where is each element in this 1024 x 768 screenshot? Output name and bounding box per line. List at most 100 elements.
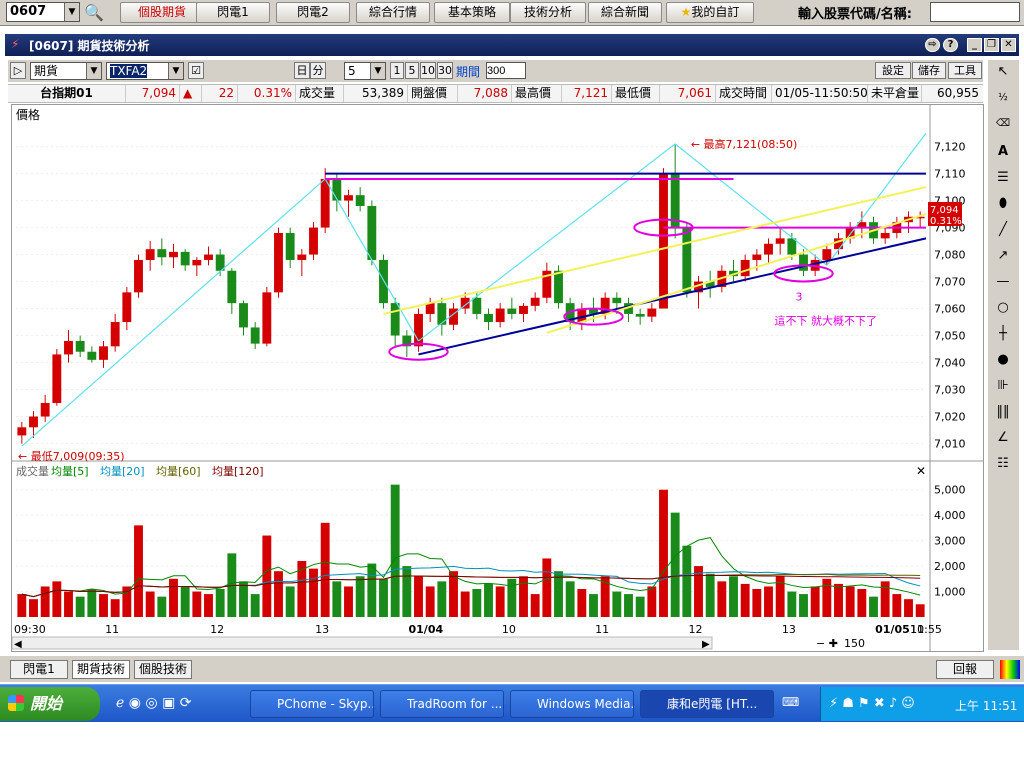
high-label: 最高價 — [512, 85, 562, 102]
play-icon[interactable]: ▷ — [10, 62, 26, 79]
vline-icon[interactable]: ┼ — [992, 324, 1014, 344]
symbol-input[interactable] — [930, 2, 1020, 22]
volume-bar — [87, 589, 97, 617]
time-axis-label: 01/05 — [875, 623, 910, 636]
tray-icons[interactable]: ⚡ ☗ ⚑ ✖ ♪ ☺ — [829, 696, 915, 711]
hlines-icon[interactable]: ☰ — [992, 168, 1014, 188]
price-tick-label: 7,070 — [934, 276, 966, 289]
circle-icon[interactable]: ○ — [992, 298, 1014, 318]
period-input[interactable] — [486, 62, 526, 79]
zoom-icon[interactable]: ½ — [992, 88, 1014, 108]
volume-bar — [215, 589, 225, 617]
unit-day-button[interactable]: 日 — [294, 62, 310, 79]
quicklaunch-icons[interactable]: ℯ ◉ ◎ ▣ ⟳ — [116, 695, 191, 711]
chevron-down-icon[interactable]: ▼ — [168, 63, 183, 79]
volume-bar — [892, 594, 902, 617]
grid-icon[interactable]: ☷ — [992, 454, 1014, 474]
tab-bottom-stock-tech[interactable]: 個股技術 — [134, 660, 192, 679]
settings-button[interactable]: 設定 — [875, 62, 911, 79]
minimize-icon[interactable]: _ — [967, 38, 982, 52]
chevron-down-icon[interactable]: ▼ — [370, 63, 385, 79]
volume-bar — [157, 596, 167, 617]
volume-bar — [554, 571, 563, 617]
save-button[interactable]: 儲存 — [912, 62, 946, 79]
help-icon[interactable]: ? — [943, 38, 958, 52]
volume-bar — [822, 578, 832, 617]
favorites-button[interactable]: ★我的自訂 — [666, 2, 754, 23]
symbol-select[interactable]: TXFA2 ▼ — [106, 62, 184, 80]
tab-quotes[interactable]: 綜合行情 — [356, 2, 430, 23]
volume-legend-item: 均量[60] — [156, 465, 201, 478]
candle-body — [285, 232, 295, 260]
line-icon[interactable]: ╱ — [992, 220, 1014, 240]
volume-bar — [402, 566, 412, 617]
tools-button[interactable]: 工具 — [948, 62, 982, 79]
volume-bar — [134, 525, 143, 617]
vol-value: 53,389 — [344, 85, 408, 102]
candle-body — [379, 259, 388, 304]
chart-panel[interactable]: 價格 7,010 7,020 7,030 7,040 7,050 7,060 7,070 7,0… — [11, 104, 984, 652]
type-select[interactable]: 期貨 ▼ — [30, 62, 102, 80]
cursor-icon[interactable]: ↖ — [992, 62, 1014, 82]
candle-body — [110, 322, 120, 347]
task-flash[interactable]: 康和e閃電 [HT... — [640, 690, 774, 718]
report-button[interactable]: 回報 — [936, 660, 994, 679]
unit-min-button[interactable]: 分 — [310, 62, 326, 79]
price-tick-label: 7,060 — [934, 303, 966, 316]
chart-svg[interactable]: 價格 7,010 7,020 7,030 7,040 7,050 7,060 7,070 7,0… — [12, 105, 983, 651]
candle-body — [799, 254, 808, 271]
candle-body — [787, 238, 797, 255]
code-combo[interactable]: 0607 ▼ — [6, 2, 80, 22]
palette-icon[interactable] — [1000, 660, 1020, 679]
tab-technical[interactable]: 技術分析 — [510, 2, 586, 23]
tab-news[interactable]: 綜合新聞 — [588, 2, 662, 23]
tab-strategy[interactable]: 基本策略 — [434, 2, 510, 23]
chevron-down-icon[interactable]: ▼ — [86, 63, 101, 79]
bars-icon[interactable]: ‖‖ — [992, 402, 1014, 422]
high-value: 7,121 — [562, 85, 612, 102]
keyboard-icon[interactable]: ⌨ — [782, 695, 799, 709]
arrow-line-icon[interactable]: ↗ — [992, 246, 1014, 266]
volume-bar — [857, 589, 867, 617]
checkbox-icon[interactable]: ☑ — [188, 62, 204, 79]
text-icon[interactable]: A — [992, 142, 1014, 162]
oi-value: 60,955 — [937, 86, 979, 100]
tab-flash1[interactable]: 閃電1 — [196, 2, 270, 23]
candle-body — [682, 227, 692, 293]
task-tradroom[interactable]: TradRoom for ... — [380, 690, 504, 718]
chevron-down-icon[interactable]: ▼ — [64, 3, 79, 21]
search-icon[interactable]: 🔍 — [84, 3, 106, 23]
tab-bottom-futures-tech[interactable]: 期貨技術 — [72, 660, 130, 679]
tab-flash2[interactable]: 閃電2 — [276, 2, 350, 23]
scroll-right-icon: ▶ — [702, 639, 710, 650]
fill-icon[interactable]: ⬮ — [992, 194, 1014, 214]
task-skype[interactable]: PChome - Skyp... — [250, 690, 374, 718]
hline-icon[interactable]: — — [992, 272, 1014, 292]
candle-body — [740, 259, 750, 277]
task-media[interactable]: Windows Media... — [510, 690, 634, 718]
eraser-icon[interactable]: ⌫ — [992, 114, 1014, 134]
angle-icon[interactable]: ∠ — [992, 428, 1014, 448]
tab-stock-futures[interactable]: 個股期貨 — [120, 2, 204, 23]
nav-icon[interactable]: ⇨ — [925, 38, 940, 52]
candle-body — [297, 254, 307, 260]
tab-bottom-flash1[interactable]: 閃電1 — [10, 660, 68, 679]
fib-icon[interactable]: ⊪ — [992, 376, 1014, 396]
app-icon: ⚡ — [11, 37, 20, 51]
quick-10-button[interactable]: 10 — [420, 62, 436, 79]
candle-body — [122, 292, 132, 323]
volume-bar — [17, 594, 27, 617]
quick-30-button[interactable]: 30 — [437, 62, 453, 79]
close-icon[interactable]: ✕ — [1001, 38, 1016, 52]
time-axis-label: 11 — [105, 623, 119, 636]
time-axis-label: 09:30 — [14, 623, 46, 636]
volume-bar — [204, 594, 213, 617]
volume-bar — [729, 576, 738, 617]
restore-icon[interactable]: ❐ — [984, 38, 999, 52]
volume-bar — [320, 522, 330, 617]
point-icon[interactable]: ● — [992, 350, 1014, 370]
interval-select[interactable]: 5 ▼ — [344, 62, 386, 80]
candle-body — [880, 232, 890, 239]
quick-5-button[interactable]: 5 — [405, 62, 419, 79]
quick-1-button[interactable]: 1 — [390, 62, 404, 79]
